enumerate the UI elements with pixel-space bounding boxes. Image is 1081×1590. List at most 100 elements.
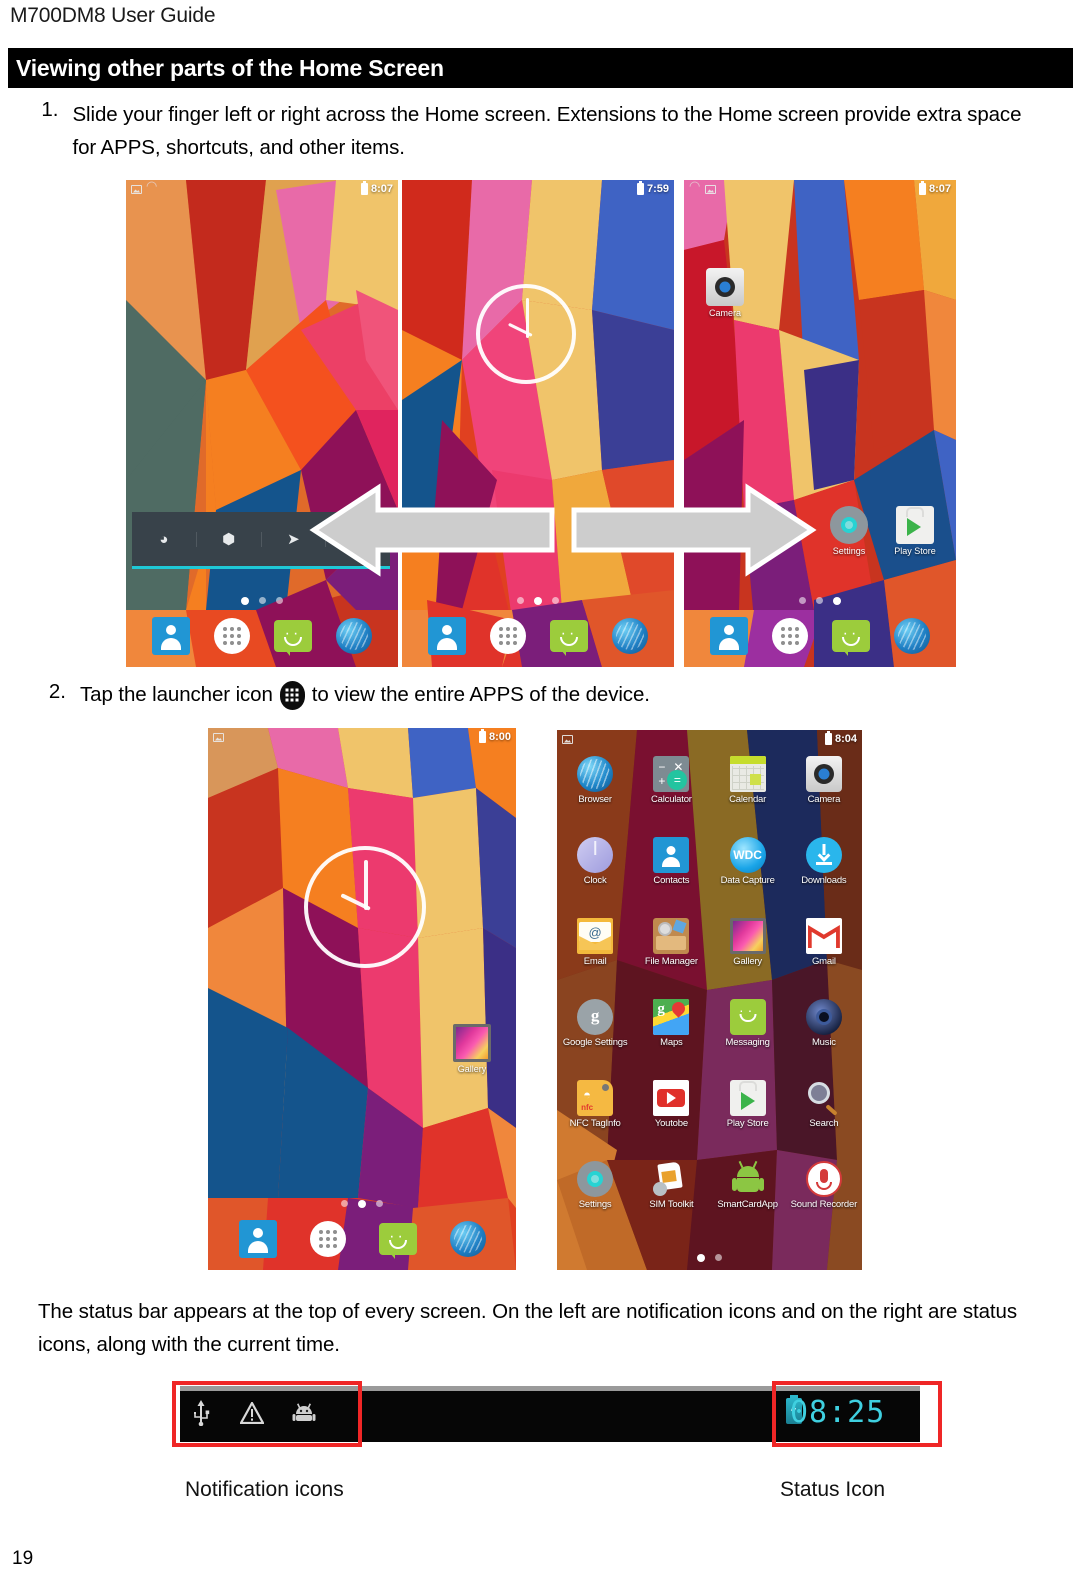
contacts-icon[interactable] [428,617,466,655]
settings-icon [830,506,868,544]
status-time: 8:04 [834,733,857,745]
arrow-left [306,482,556,578]
home-icon-camera[interactable]: Camera [694,268,756,318]
app-item-email[interactable]: @ Email [557,916,633,997]
messaging-icon[interactable]: ·· [550,620,588,652]
clock-hour-hand [364,860,368,910]
browser-icon[interactable] [449,1221,486,1257]
app-item-maps[interactable]: g Maps [633,997,709,1078]
app-item-gmail[interactable]: Gmail [786,916,862,997]
app-label: SIM Toolkit [649,1199,694,1210]
home-icon-settings[interactable]: Settings [818,506,880,556]
app-item-calendar[interactable]: Calendar [710,754,786,835]
analog-clock-widget[interactable] [476,284,576,384]
app-item-search[interactable]: Search [786,1078,862,1159]
app-item-nfc-taginfo[interactable]: ◓ nfc NFC TagInfo [557,1078,633,1159]
status-bar: 8:07 [684,180,956,198]
app-item-downloads[interactable]: Downloads [786,835,862,916]
notification-icons [562,734,573,744]
step-2-text-after: to view the entire APPS of the device. [311,683,650,706]
contacts-icon[interactable] [238,1220,277,1258]
app-item-play-store[interactable]: Play Store [710,1078,786,1159]
app-item-contacts[interactable]: Contacts [633,835,709,916]
app-item-sound-recorder[interactable]: Sound Recorder [786,1159,862,1240]
page-dot [276,597,283,604]
analog-clock-widget[interactable] [304,846,426,968]
status-icons: 7:59 [636,181,669,195]
messaging-icon: ·· [729,999,766,1035]
app-item-settings[interactable]: Settings [557,1159,633,1240]
apps-launcher-icon[interactable] [214,618,250,654]
page-dot [358,1200,366,1208]
app-item-camera[interactable]: Camera [786,754,862,835]
arrow-right [570,482,820,578]
page-dot [715,1254,722,1261]
messaging-icon[interactable]: ·· [378,1223,417,1255]
browser-icon[interactable] [336,618,372,654]
screenshot-icon [705,184,716,194]
nfc-taginfo-icon: ◓ nfc [577,1080,614,1116]
battery-icon [478,729,486,743]
home-screen-center: 7:59 ·· [402,180,674,667]
status-icon-highlight [772,1381,942,1447]
wifi-icon [689,180,701,194]
apps-launcher-icon[interactable] [490,618,526,654]
document-header: M700DM8 User Guide [10,4,216,27]
apps-launcher-icon[interactable] [772,618,808,654]
app-item-sim-toolkit[interactable]: SIM Toolkit [633,1159,709,1240]
app-item-youtube[interactable]: Youtobe [633,1078,709,1159]
notification-icons [689,180,716,194]
wallpaper [684,180,956,667]
status-time: 7:59 [646,183,669,195]
status-bar: 8:04 [557,730,862,748]
bluetooth-icon[interactable]: ⬢ [197,531,262,547]
contacts-icon[interactable] [152,617,190,655]
step-1-number: 1. [41,98,59,121]
wifi-icon[interactable]: ◕ [132,531,197,547]
status-icons: 8:00 [478,729,511,743]
app-item-gallery[interactable]: Gallery [710,916,786,997]
browser-icon[interactable] [612,618,648,654]
app-item-google-settings[interactable]: g Google Settings [557,997,633,1078]
screenshot-icon [213,732,224,742]
home-icon-label: Settings [832,546,866,556]
apps-launcher-icon[interactable] [309,1221,346,1257]
notification-icons-highlight [172,1381,362,1447]
screenshot-icon [131,184,142,194]
home-icon-gallery[interactable]: Gallery [441,1024,503,1074]
page-dot [241,597,249,605]
messaging-icon[interactable]: ·· [832,620,870,652]
browser-icon[interactable] [894,618,930,654]
email-icon: @ [577,918,614,954]
app-label: Calendar [729,794,767,805]
home-icon-play-store[interactable]: Play Store [884,506,946,556]
app-item-file-manager[interactable]: File Manager [633,916,709,997]
status-bar-paragraph: The status bar appears at the top of eve… [38,1300,1017,1356]
calendar-icon [729,756,766,792]
app-label: Music [811,1037,836,1048]
app-item-music[interactable]: Music [786,997,862,1078]
app-item-clock[interactable]: Clock [557,835,633,916]
status-bar: 8:00 [208,728,516,746]
gallery-icon [453,1024,491,1062]
app-label: Gmail [811,956,836,967]
app-label: Search [809,1118,839,1129]
app-item-smartcardapp[interactable]: SmartCardApp [710,1159,786,1240]
notification-icons [213,732,224,742]
app-item-calculator[interactable]: − ✕ + = Calculator [633,754,709,835]
app-label: Messaging [725,1037,770,1048]
home-screen-gallery: 8:00 Gallery ·· [208,728,516,1270]
page-dot [376,1200,383,1207]
contacts-icon[interactable] [710,617,748,655]
app-item-messaging[interactable]: ·· Messaging [710,997,786,1078]
app-item-data-capture[interactable]: WDC Data Capture [710,835,786,916]
app-label: NFC TagInfo [569,1118,621,1129]
gallery-icon [729,918,766,954]
app-label: Email [583,956,607,967]
status-icon-label: Status Icon [780,1478,886,1501]
notification-icons-label: Notification icons [185,1478,344,1501]
messaging-icon[interactable]: ·· [274,620,312,652]
app-item-browser[interactable]: Browser [557,754,633,835]
page-indicator [208,1200,516,1208]
app-label: Settings [578,1199,612,1210]
